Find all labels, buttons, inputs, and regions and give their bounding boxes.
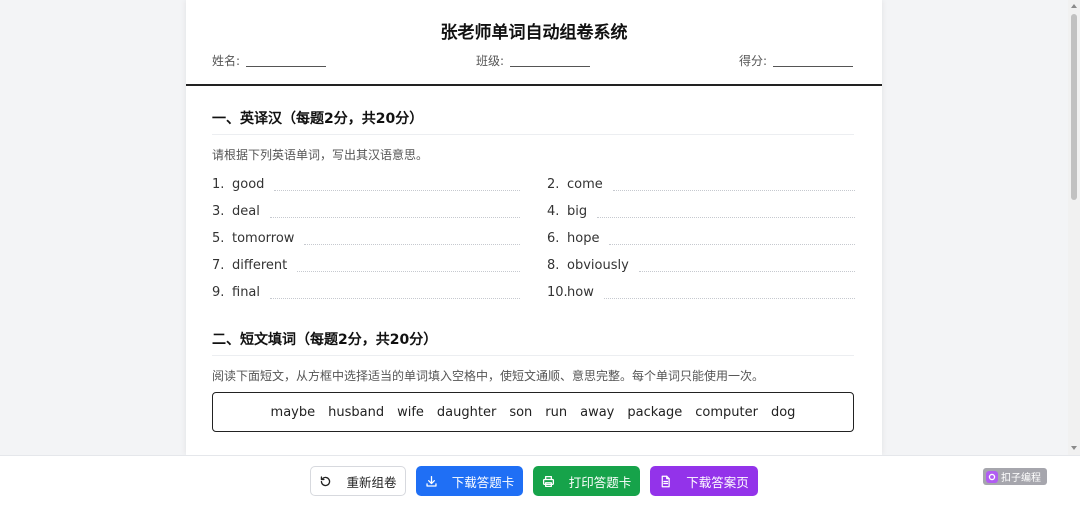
- answer-blank: [638, 258, 855, 272]
- action-toolbar: 重新组卷 下载答题卡 打印答题卡 下载答案页 扣子编程: [0, 455, 1080, 506]
- word-bank-item: computer: [695, 404, 758, 420]
- vocab-item-2: 2. come: [547, 175, 855, 193]
- item-number: 8.: [547, 257, 560, 273]
- answer-blank: [297, 258, 520, 272]
- section-2-instructions: 阅读下面短文，从方框中选择适当的单词填入空格中，使短文通顺、意思完整。每个单词只…: [212, 369, 765, 383]
- vocab-item-3: 3. deal: [212, 202, 520, 220]
- item-word: different: [232, 257, 288, 273]
- answer-blank: [269, 204, 520, 218]
- page-title: 张老师单词自动组卷系统: [440, 23, 628, 43]
- vocab-item-7: 7. different: [212, 256, 520, 274]
- answer-blank: [603, 285, 855, 299]
- print-answer-card-button[interactable]: 打印答题卡: [533, 466, 640, 496]
- printer-icon: [542, 475, 555, 488]
- document-icon: [659, 475, 672, 488]
- word-bank-item: daughter: [436, 404, 497, 420]
- watermark-text: 扣子编程: [1001, 473, 1041, 484]
- answer-blank: [597, 204, 855, 218]
- name-blank: [246, 54, 327, 67]
- section-1-instructions: 请根据下列英语单词，写出其汉语意思。: [212, 148, 429, 162]
- score-field: 得分:: [739, 52, 854, 69]
- word-bank-item: run: [545, 404, 568, 420]
- header-divider: [186, 84, 882, 86]
- download-answer-card-button[interactable]: 下载答题卡: [416, 466, 523, 496]
- regenerate-label: 重新组卷: [346, 474, 397, 490]
- item-number: 5.: [212, 230, 225, 246]
- score-label: 得分:: [739, 54, 768, 68]
- item-word: how: [567, 284, 594, 300]
- item-word: deal: [232, 203, 260, 219]
- score-blank: [773, 54, 854, 67]
- item-number: 9.: [212, 284, 225, 300]
- download-answers-label: 下载答案页: [686, 474, 749, 490]
- vocab-item-8: 8. obviously: [547, 256, 855, 274]
- scroll-up-arrow-icon[interactable]: [1071, 4, 1077, 8]
- item-word: tomorrow: [232, 230, 295, 246]
- answer-blank: [274, 177, 520, 191]
- item-number: 2.: [547, 176, 560, 192]
- vocab-item-9: 9. final: [212, 283, 520, 301]
- item-word: good: [232, 176, 265, 192]
- refresh-icon: [319, 475, 332, 488]
- item-number: 10.: [547, 284, 568, 300]
- exam-paper: 张老师单词自动组卷系统 姓名: 班级: 得分: 一、英译汉（每题2分，共20分）…: [186, 0, 882, 455]
- word-bank-item: away: [580, 404, 615, 420]
- print-answer-card-label: 打印答题卡: [568, 474, 632, 490]
- item-number: 1.: [212, 176, 225, 192]
- section-1-title: 一、英译汉（每题2分，共20分）: [212, 108, 854, 135]
- coze-logo-icon: [986, 470, 998, 483]
- class-label: 班级:: [476, 54, 505, 68]
- scrollbar-thumb[interactable]: [1071, 14, 1077, 200]
- answer-blank: [304, 231, 520, 245]
- class-field: 班级:: [476, 52, 591, 69]
- item-word: big: [567, 203, 588, 219]
- word-bank-box: maybe husband wife daughter son run away…: [212, 392, 854, 432]
- item-number: 7.: [212, 257, 225, 273]
- vocab-item-4: 4. big: [547, 202, 855, 220]
- word-bank-item: husband: [328, 404, 385, 420]
- vocab-item-6: 6. hope: [547, 229, 855, 247]
- regenerate-button[interactable]: 重新组卷: [310, 466, 406, 496]
- answer-blank: [612, 177, 855, 191]
- word-bank-item: maybe: [270, 404, 316, 420]
- answer-blank: [270, 285, 520, 299]
- class-blank: [510, 54, 591, 67]
- word-bank-item: son: [509, 404, 533, 420]
- scrollbar[interactable]: [1068, 0, 1080, 455]
- download-answers-button[interactable]: 下载答案页: [650, 466, 758, 496]
- vocab-item-5: 5. tomorrow: [212, 229, 520, 247]
- answer-blank: [609, 231, 855, 245]
- section-2-title: 二、短文填词（每题2分，共20分）: [212, 329, 854, 356]
- download-answer-card-label: 下载答题卡: [451, 474, 515, 490]
- word-bank-item: wife: [397, 404, 424, 420]
- item-number: 6.: [547, 230, 560, 246]
- vocab-item-10: 10. how: [547, 283, 855, 301]
- item-word: final: [232, 284, 261, 300]
- download-icon: [425, 475, 438, 488]
- vocab-item-1: 1. good: [212, 175, 520, 193]
- item-word: obviously: [567, 257, 629, 273]
- item-word: hope: [567, 230, 600, 246]
- name-label: 姓名:: [212, 54, 241, 68]
- item-number: 3.: [212, 203, 225, 219]
- scroll-down-arrow-icon[interactable]: [1071, 446, 1077, 450]
- name-field: 姓名:: [212, 52, 327, 69]
- item-word: come: [567, 176, 603, 192]
- word-bank-item: dog: [770, 404, 796, 420]
- word-bank-item: package: [627, 404, 683, 420]
- coze-watermark: 扣子编程: [983, 468, 1047, 485]
- item-number: 4.: [547, 203, 560, 219]
